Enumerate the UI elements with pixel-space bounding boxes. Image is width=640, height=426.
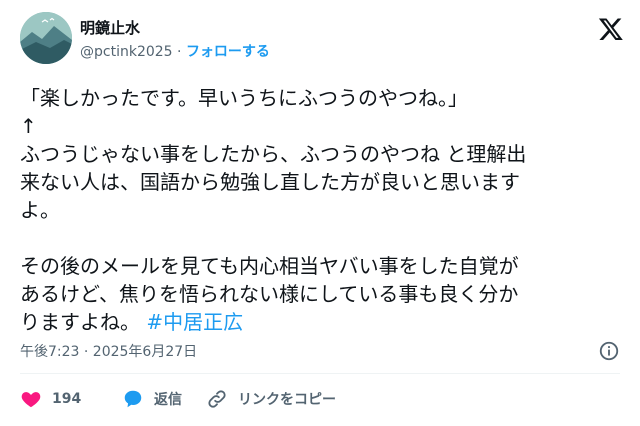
divider bbox=[20, 373, 620, 374]
separator: · bbox=[172, 44, 186, 60]
copy-link-button[interactable]: リンクをコピー bbox=[206, 385, 336, 413]
like-button[interactable]: 194 bbox=[20, 385, 81, 413]
tweet-body: 「楽しかったです。早いうちにふつうのやつね。」 ↑ ふつうじゃない事をしたから、… bbox=[20, 86, 527, 334]
avatar[interactable] bbox=[20, 12, 72, 64]
follow-button[interactable]: フォローする bbox=[186, 44, 270, 60]
info-icon[interactable] bbox=[598, 340, 620, 362]
reply-label: 返信 bbox=[154, 392, 182, 408]
handle-row: @pctink2025 · フォローする bbox=[80, 42, 270, 62]
action-bar: 194 返信 リンクをコピー bbox=[20, 385, 620, 413]
display-name[interactable]: 明鏡止水 bbox=[80, 18, 270, 38]
hashtag-link[interactable]: #中居正広 bbox=[146, 310, 243, 334]
reply-bubble-icon bbox=[124, 390, 142, 408]
copy-link-label: リンクをコピー bbox=[238, 392, 336, 408]
avatar-landscape-image bbox=[20, 12, 72, 64]
timestamp[interactable]: 午後7:23 · 2025年6月27日 bbox=[20, 342, 197, 362]
link-icon bbox=[208, 390, 226, 408]
author-info: 明鏡止水 @pctink2025 · フォローする bbox=[80, 18, 270, 62]
reply-button[interactable]: 返信 bbox=[122, 385, 182, 413]
tweet-card: 明鏡止水 @pctink2025 · フォローする 「楽しかったです。早いうちに… bbox=[0, 0, 640, 426]
x-logo-icon[interactable] bbox=[598, 16, 624, 42]
tweet-text: 「楽しかったです。早いうちにふつうのやつね。」 ↑ ふつうじゃない事をしたから、… bbox=[20, 84, 620, 336]
handle[interactable]: @pctink2025 bbox=[80, 44, 173, 60]
like-count: 194 bbox=[52, 391, 82, 407]
heart-icon bbox=[21, 392, 41, 408]
tweet-header: 明鏡止水 @pctink2025 · フォローする bbox=[20, 12, 624, 68]
